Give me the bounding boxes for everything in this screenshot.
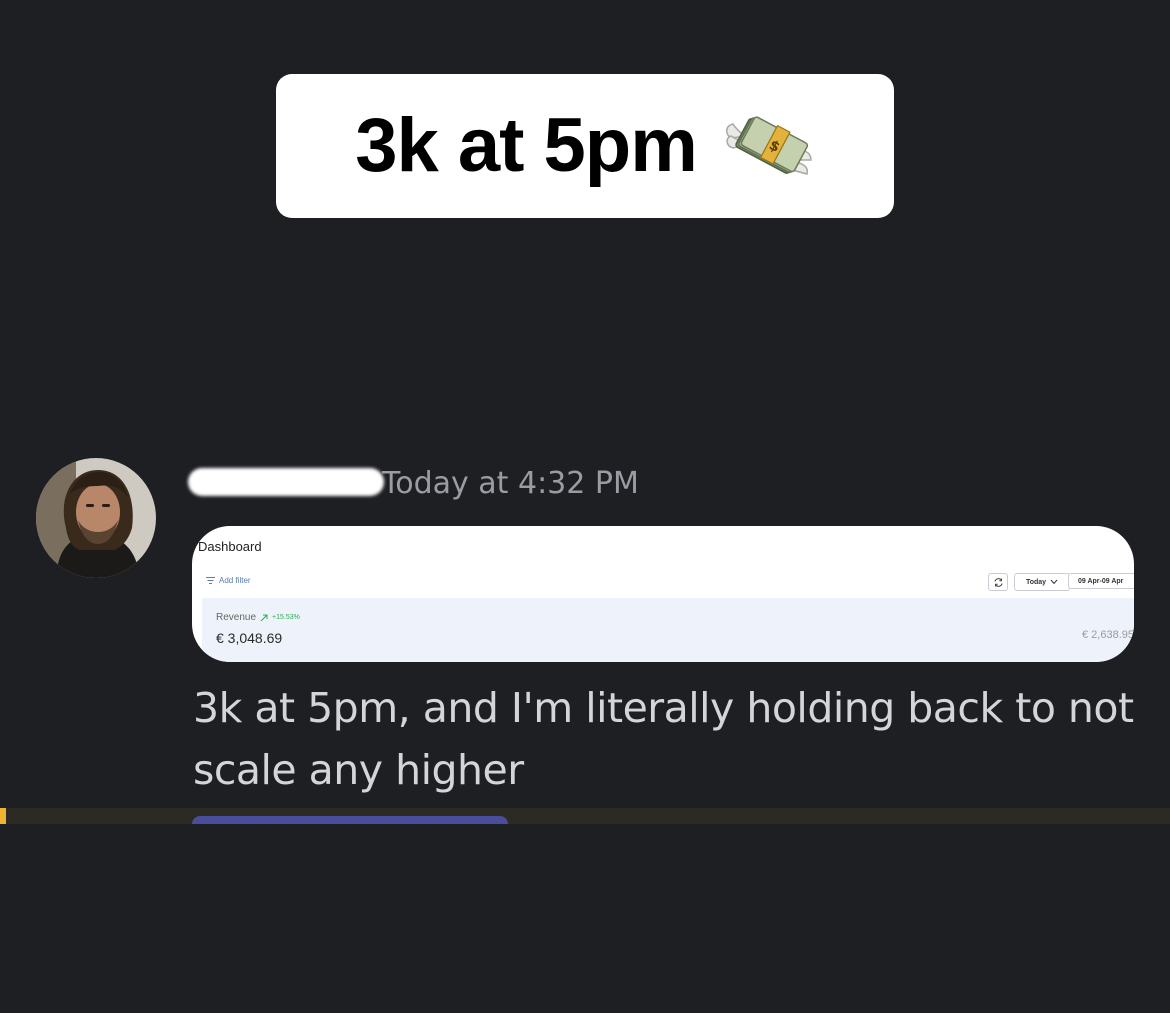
revenue-label: Revenue: [216, 612, 257, 623]
range-select[interactable]: Today: [1014, 573, 1070, 591]
date-range-picker[interactable]: 09 Apr-09 Apr: [1068, 573, 1134, 589]
date-range-value: 09 Apr-09 Apr: [1078, 577, 1124, 585]
trend-up-icon: [260, 614, 268, 621]
add-filter-label: Add filter: [219, 576, 251, 585]
revenue-value: € 3,048.69: [216, 630, 283, 646]
divider-marker: [0, 808, 6, 824]
caption-banner: 3k at 5pm $: [276, 74, 894, 218]
refresh-button[interactable]: [988, 573, 1008, 591]
range-select-value: Today: [1025, 578, 1047, 586]
refresh-icon: [994, 577, 1002, 587]
add-filter-button[interactable]: Add filter: [206, 576, 251, 585]
filter-icon: [206, 577, 215, 584]
revenue-header: Revenue +15.53%: [216, 612, 300, 623]
revenue-change: +15.53%: [272, 614, 300, 621]
message-timestamp: Today at 4:32 PM: [382, 466, 639, 501]
money-with-wings-icon: $: [725, 116, 812, 175]
revenue-panel: Revenue +15.53% € 3,048.69 € 2,638.95: [202, 598, 1134, 662]
dashboard-attachment[interactable]: Dashboard Add filter Today 09 Apr-09 Apr…: [192, 526, 1134, 662]
message-text: 3k at 5pm, and I'm literally holding bac…: [193, 684, 1134, 794]
avatar-image: [36, 458, 156, 578]
caption-text: 3k at 5pm: [355, 103, 698, 188]
revenue-compare-value: € 2,638.95: [1082, 629, 1134, 641]
message-divider: [0, 808, 1170, 824]
avatar[interactable]: [36, 458, 156, 578]
dashboard-title: Dashboard: [198, 539, 262, 554]
next-message-button[interactable]: [192, 816, 508, 824]
username-redaction: [188, 468, 384, 496]
chevron-down-icon: [1050, 579, 1058, 585]
